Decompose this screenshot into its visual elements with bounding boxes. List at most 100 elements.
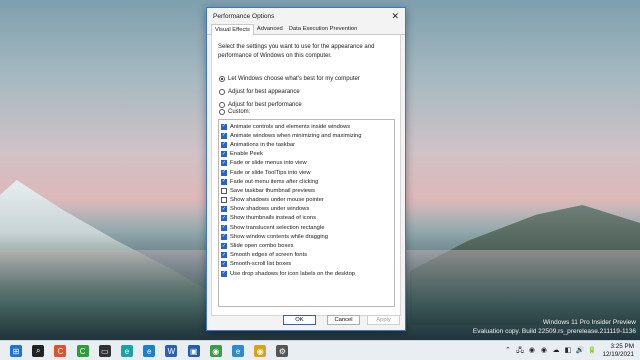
radio-label: Custom:	[228, 109, 251, 115]
checkbox-checked[interactable]: ✓	[221, 243, 227, 250]
checkbox-checked[interactable]: ✓	[221, 160, 227, 167]
radio-indicator[interactable]	[219, 89, 225, 95]
tab-data-execution-prevention[interactable]: Data Execution Prevention	[286, 24, 361, 35]
ok-button[interactable]: OK	[283, 315, 316, 325]
display-icon[interactable]: ◧	[563, 346, 572, 355]
option-label: Show shadows under windows	[230, 206, 310, 213]
radio-indicator[interactable]	[219, 102, 225, 108]
checkbox-checked[interactable]: ✓	[221, 151, 227, 158]
option-row[interactable]: ✓ Fade or slide ToolTips into view	[219, 168, 394, 177]
option-label: Save taskbar thumbnail previews	[230, 187, 316, 194]
watermark-line-1: Windows 11 Pro Insider Preview	[542, 319, 636, 326]
tab-advanced[interactable]: Advanced	[254, 24, 286, 35]
option-row[interactable]: ✓ Use drop shadows for icon labels on the…	[219, 269, 394, 278]
option-label: Use drop shadows for icon labels on the …	[230, 270, 356, 277]
option-label: Smooth-scroll list boxes	[230, 261, 292, 268]
search-icon[interactable]: ⌕	[32, 345, 45, 357]
chrome-canary-icon[interactable]: ◉	[254, 345, 267, 357]
option-label: Show shadows under mouse pointer	[230, 197, 324, 204]
edge-icon[interactable]: e	[121, 345, 133, 357]
radio-let-windows-choose[interactable]: Let Windows choose what's best for my co…	[219, 76, 360, 82]
option-row[interactable]: ✓ Animations in the taskbar	[219, 140, 394, 149]
option-label: Fade or slide ToolTips into view	[230, 169, 311, 176]
radio-best-performance[interactable]: Adjust for best performance	[219, 102, 302, 108]
word-icon[interactable]: W	[165, 345, 178, 357]
dialog-titlebar[interactable]: Performance Options ✕	[207, 8, 405, 24]
option-label: Fade out menu items after clicking	[230, 178, 319, 185]
checkbox-checked[interactable]: ✓	[221, 178, 227, 185]
option-row[interactable]: ✓ Enable Peek	[219, 150, 394, 159]
checkbox-checked[interactable]: ✓	[221, 252, 227, 259]
app-blue-icon[interactable]: ▣	[187, 345, 200, 357]
start-icon[interactable]: ⊞	[10, 345, 22, 357]
battery-icon[interactable]: 🔋	[587, 346, 597, 355]
option-row[interactable]: ✓ Animate controls and elements inside wi…	[219, 122, 394, 131]
visual-effects-options-list[interactable]: ✓ Animate controls and elements inside wi…	[218, 119, 395, 307]
clock[interactable]: 3:25 PM 12/19/2021	[602, 343, 634, 358]
option-label: Animate windows when minimizing and maxi…	[230, 132, 362, 139]
checkbox-checked[interactable]: ✓	[221, 141, 227, 148]
option-label: Slide open combo boxes	[230, 243, 294, 250]
radio-best-appearance[interactable]: Adjust for best appearance	[219, 89, 300, 95]
show-hidden-icons-icon[interactable]: ⌃	[503, 346, 512, 355]
app-tray-icon-2[interactable]: ◉	[539, 346, 548, 355]
option-row[interactable]: ✓ Smooth edges of screen fonts	[219, 251, 394, 260]
file-explorer-icon[interactable]: ▭	[98, 345, 111, 357]
network-icon[interactable]: 🖧	[515, 346, 524, 355]
option-label: Animations in the taskbar	[230, 141, 296, 148]
option-row[interactable]: ✓ Show shadows under windows	[219, 205, 394, 214]
radio-selected-indicator[interactable]	[219, 76, 225, 82]
checkbox-checked[interactable]: ✓	[221, 206, 227, 213]
checkbox-checked[interactable]: ✓	[221, 261, 227, 268]
dialog-buttons: OK Cancel Apply	[207, 315, 405, 327]
tab-strip: Visual Effects Advanced Data Execution P…	[207, 24, 405, 36]
settings-icon[interactable]: ⚙	[276, 345, 289, 357]
volume-icon[interactable]: 🔊	[575, 346, 585, 355]
option-row[interactable]: ✓ Smooth-scroll list boxes	[219, 260, 394, 269]
option-row[interactable]: ✓ Fade out menu items after clicking	[219, 177, 394, 186]
apply-button[interactable]: Apply	[367, 315, 400, 325]
checkbox-checked[interactable]: ✓	[221, 270, 227, 277]
visual-effects-panel: Select the settings you want to use for …	[211, 35, 401, 316]
checkbox-unchecked[interactable]	[221, 187, 227, 194]
checkbox-checked[interactable]: ✓	[221, 224, 227, 231]
checkbox-checked[interactable]: ✓	[221, 215, 227, 222]
option-row[interactable]: ✓ Show thumbnails instead of icons	[219, 214, 394, 223]
option-row[interactable]: ✓ Fade or slide menus into view	[219, 159, 394, 168]
performance-options-dialog: Performance Options ✕ Visual Effects Adv…	[206, 7, 406, 331]
onedrive-icon[interactable]: ☁	[551, 346, 560, 355]
watermark-line-2: Evaluation copy. Build 22509.rs_prerelea…	[472, 328, 636, 335]
option-label: Show thumbnails instead of icons	[230, 215, 317, 222]
checkbox-checked[interactable]: ✓	[221, 132, 227, 139]
option-label: Fade or slide menus into view	[230, 160, 307, 167]
system-tray: ⌃ 🖧 ◉ ◉ ☁ ◧ 🔊 🔋 3:25 PM 12/19/2021	[503, 343, 634, 358]
radio-indicator[interactable]	[219, 109, 225, 115]
checkbox-checked[interactable]: ✓	[221, 123, 227, 130]
option-label: Enable Peek	[230, 151, 263, 158]
radio-label: Adjust for best appearance	[228, 89, 300, 95]
option-row[interactable]: ✓ Show translucent selection rectangle	[219, 223, 394, 232]
chrome-icon[interactable]: ◉	[209, 345, 222, 357]
evaluation-watermark: Windows 11 Pro Insider Preview Evaluatio…	[473, 318, 636, 336]
checkbox-unchecked[interactable]	[221, 197, 227, 204]
option-row[interactable]: ✓ Animate windows when minimizing and max…	[219, 131, 394, 140]
option-row[interactable]: ✓ Show window contents while dragging	[219, 232, 394, 241]
option-row[interactable]: ✓ Slide open combo boxes	[219, 241, 394, 250]
app-c-icon[interactable]: C	[54, 345, 67, 357]
edge-dev-icon[interactable]: e	[232, 345, 244, 357]
close-icon[interactable]: ✕	[391, 11, 399, 21]
app-c-green-icon[interactable]: C	[76, 345, 89, 357]
checkbox-checked[interactable]: ✓	[221, 233, 227, 240]
option-row[interactable]: Save taskbar thumbnail previews	[219, 186, 394, 195]
edge-beta-icon[interactable]: e	[143, 345, 156, 357]
checkbox-checked[interactable]: ✓	[221, 169, 227, 176]
radio-label: Let Windows choose what's best for my co…	[228, 76, 360, 82]
option-row[interactable]: Show shadows under mouse pointer	[219, 196, 394, 205]
app-tray-icon[interactable]: ◉	[527, 346, 536, 355]
clock-time: 3:25 PM	[610, 343, 634, 350]
radio-custom[interactable]: Custom:	[219, 109, 250, 115]
option-label: Smooth edges of screen fonts	[230, 252, 308, 259]
radio-label: Adjust for best performance	[228, 102, 302, 108]
cancel-button[interactable]: Cancel	[327, 315, 360, 325]
option-label: Show window contents while dragging	[230, 233, 328, 240]
